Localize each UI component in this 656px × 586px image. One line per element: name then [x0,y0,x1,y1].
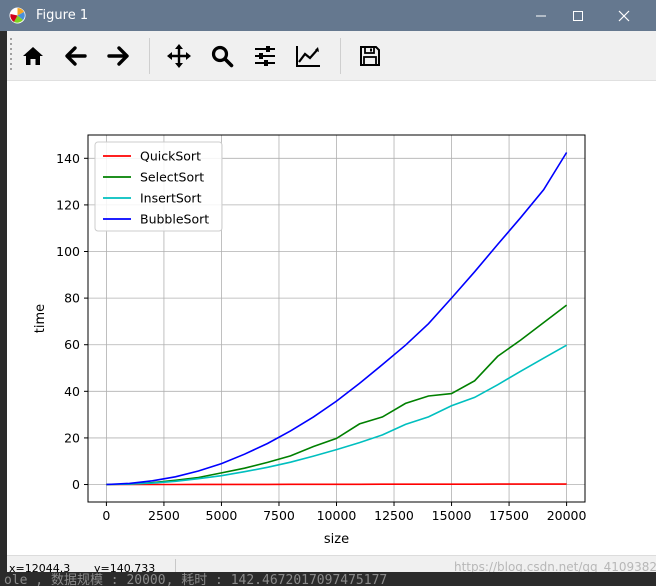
figure-window: Figure 1 0 2500 5000 7500 10000 12500 15… [0,0,656,586]
window-title: Figure 1 [36,8,89,23]
y-tick-label: 100 [56,244,80,259]
back-button[interactable] [59,40,93,72]
background-console: ole , 数据规模 : 20000, 耗时 : 142.46720170974… [0,572,656,586]
y-tick-label: 140 [56,151,80,166]
move-icon [167,44,191,68]
edit-axes-button[interactable] [291,40,325,72]
close-icon [618,10,630,21]
navigation-toolbar [0,31,656,81]
close-button[interactable] [601,0,647,31]
legend-label: SelectSort [140,170,204,185]
y-axis-label: time [33,304,48,333]
maximize-icon [573,10,583,21]
x-tick-label: 0 [102,508,110,523]
background-window-edge [0,31,7,572]
pan-button[interactable] [162,40,196,72]
y-tick-label: 40 [64,384,80,399]
x-tick-label: 2500 [148,508,180,523]
matplotlib-icon [9,7,26,24]
chart-line-icon [296,46,320,67]
legend-label: BubbleSort [140,212,209,227]
y-tick-label: 80 [64,291,80,306]
y-tick-label: 20 [64,430,80,445]
minimize-icon [536,15,546,16]
line-chart[interactable]: 0 2500 5000 7500 10000 12500 15000 17500 20000 0 2… [0,82,656,554]
background-console-text: ole , 数据规模 : 20000, 耗时 : 142.46720170974… [4,573,388,586]
arrow-right-icon [107,46,129,66]
toolbar-grip-icon [10,38,12,70]
title-bar[interactable]: Figure 1 [0,0,656,31]
search-icon [211,45,234,68]
save-button[interactable] [353,40,387,72]
x-tick-label: 15000 [432,508,472,523]
x-tick-label: 10000 [317,508,357,523]
forward-button[interactable] [101,40,135,72]
x-tick-label: 7500 [263,508,295,523]
floppy-disk-icon [360,46,380,66]
maximize-button[interactable] [555,0,601,31]
figure-canvas[interactable]: 0 2500 5000 7500 10000 12500 15000 17500 20000 0 2… [0,82,656,554]
toolbar-separator [340,38,341,74]
home-button[interactable] [16,40,50,72]
x-tick-label: 12500 [374,508,414,523]
toolbar-separator [149,38,150,74]
home-icon [23,47,43,65]
x-axis-label: size [324,532,349,547]
y-tick-label: 0 [72,477,80,492]
x-tick-label: 5000 [206,508,238,523]
legend-label: InsertSort [140,191,202,206]
legend-label: QuickSort [140,149,201,164]
zoom-button[interactable] [205,40,239,72]
x-tick-label: 17500 [489,508,529,523]
arrow-left-icon [65,46,87,66]
subplots-button[interactable] [248,40,282,72]
y-tick-label: 60 [64,337,80,352]
sliders-icon [255,46,275,66]
y-tick-label: 120 [56,197,80,212]
x-tick-label: 20000 [547,508,587,523]
